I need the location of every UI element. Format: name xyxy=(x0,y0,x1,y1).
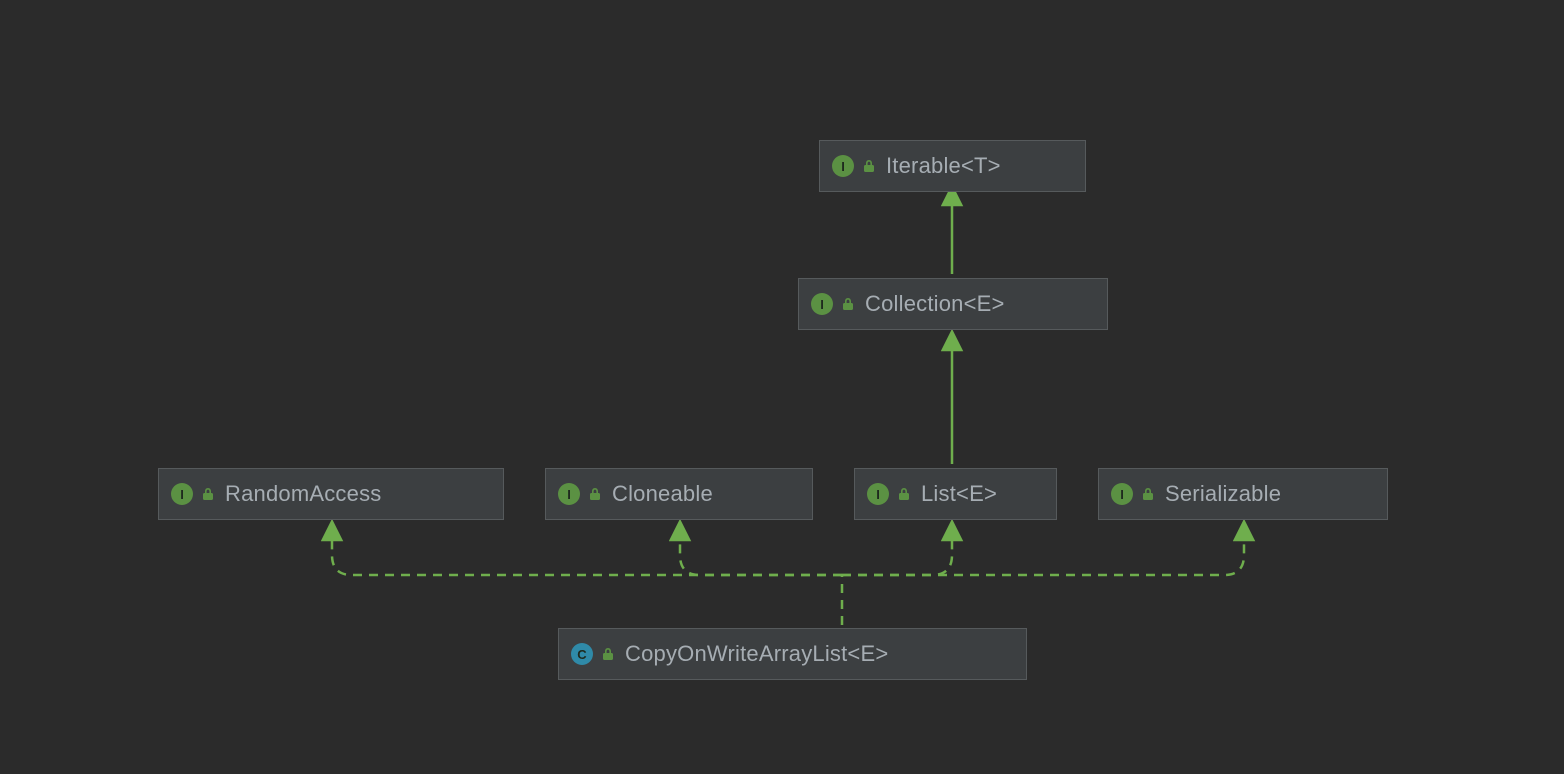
interface-icon: I xyxy=(832,155,854,177)
node-serializable[interactable]: I Serializable xyxy=(1098,468,1388,520)
node-label: Serializable xyxy=(1165,481,1281,507)
lock-icon xyxy=(841,297,855,311)
node-randomaccess[interactable]: I RandomAccess xyxy=(158,468,504,520)
node-cloneable[interactable]: I Cloneable xyxy=(545,468,813,520)
edge-cowal-list xyxy=(842,530,952,575)
edge-cowal-cloneable xyxy=(680,530,842,575)
node-label: Cloneable xyxy=(612,481,713,507)
interface-icon: I xyxy=(171,483,193,505)
lock-icon xyxy=(601,647,615,661)
interface-icon: I xyxy=(867,483,889,505)
edge-cowal-serializable xyxy=(842,530,1244,575)
node-label: CopyOnWriteArrayList<E> xyxy=(625,641,888,667)
lock-icon xyxy=(862,159,876,173)
diagram-canvas: I Iterable<T> I Collection<E> I RandomAc… xyxy=(0,0,1564,774)
interface-icon: I xyxy=(558,483,580,505)
class-icon: C xyxy=(571,643,593,665)
node-list[interactable]: I List<E> xyxy=(854,468,1057,520)
node-iterable[interactable]: I Iterable<T> xyxy=(819,140,1086,192)
node-label: Collection<E> xyxy=(865,291,1005,317)
lock-icon xyxy=(897,487,911,501)
node-copyonwritearraylist[interactable]: C CopyOnWriteArrayList<E> xyxy=(558,628,1027,680)
interface-icon: I xyxy=(1111,483,1133,505)
edge-cowal-randomaccess xyxy=(332,530,842,575)
node-collection[interactable]: I Collection<E> xyxy=(798,278,1108,330)
lock-icon xyxy=(588,487,602,501)
lock-icon xyxy=(1141,487,1155,501)
lock-icon xyxy=(201,487,215,501)
node-label: RandomAccess xyxy=(225,481,381,507)
node-label: Iterable<T> xyxy=(886,153,1001,179)
node-label: List<E> xyxy=(921,481,997,507)
interface-icon: I xyxy=(811,293,833,315)
